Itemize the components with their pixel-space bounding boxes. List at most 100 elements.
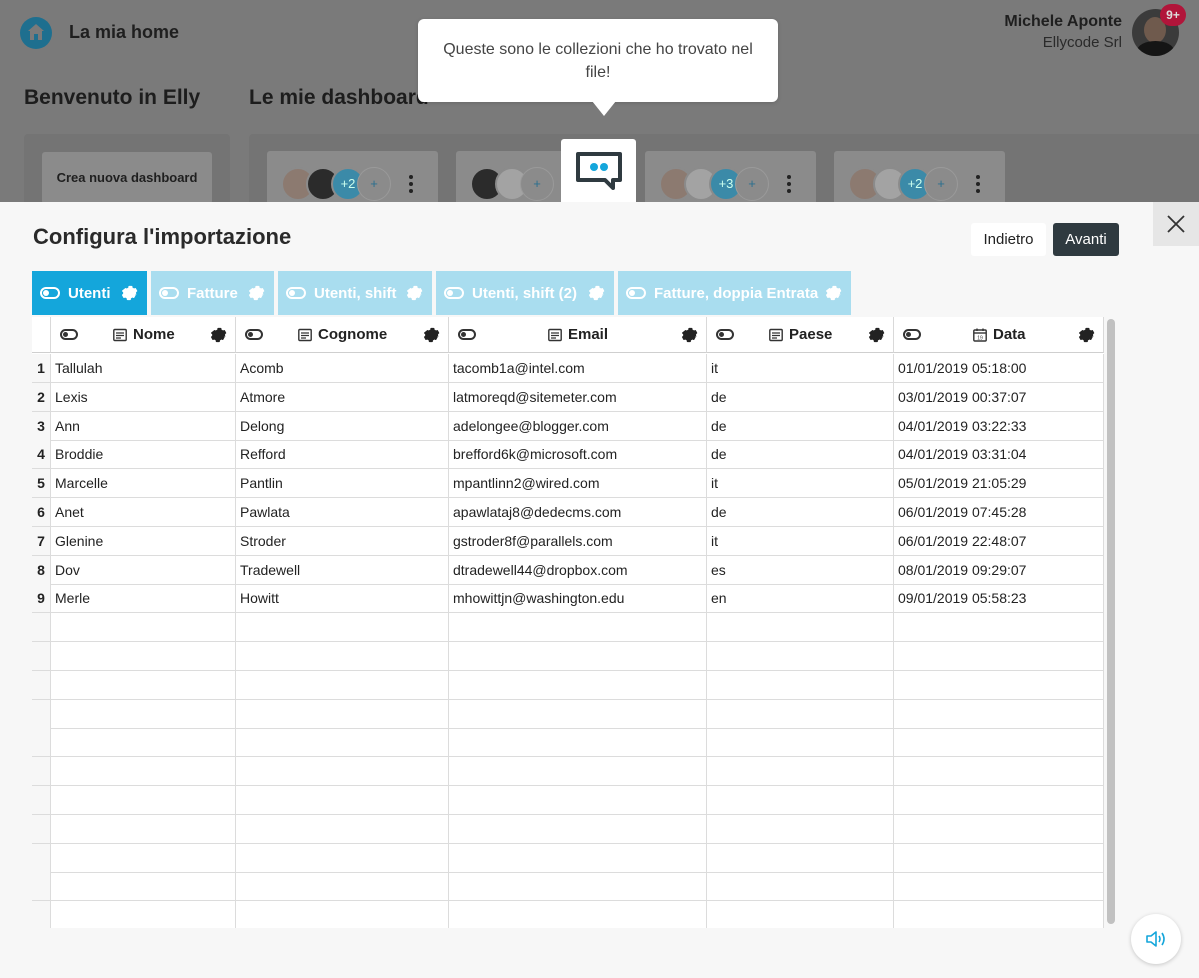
cell-cognome [236,786,449,815]
home-icon[interactable] [20,17,52,49]
toggle-icon[interactable] [40,287,60,299]
table-row: 8 Dov Tradewell dtradewell44@dropbox.com es 0… [32,555,1104,585]
gear-icon[interactable] [421,325,441,345]
add-user-icon[interactable]: + [520,167,554,201]
toggle-icon[interactable] [626,287,646,299]
cell-email [449,786,707,815]
toggle-icon[interactable] [286,287,306,299]
cell-cognome: Pantlin [236,469,449,499]
cell-email: mpantlinn2@wired.com [449,469,707,499]
column-toggle-icon[interactable] [458,329,476,340]
tab-fatture-doppia-entrata[interactable]: Fatture, doppia Entrata [618,271,851,315]
assistant-chat-button[interactable] [561,139,636,203]
column-header-data[interactable]: Data 19 [894,317,1104,353]
column-header-email[interactable]: Email [449,317,707,353]
row-number: 4 [32,440,51,470]
cell-cognome [236,728,449,758]
column-header-paese[interactable]: Paese [707,317,894,353]
gear-icon[interactable] [404,283,424,303]
gear-icon[interactable] [246,283,266,303]
column-toggle-icon[interactable] [60,329,78,340]
cell-data [894,613,1104,643]
cell-paese [707,872,894,902]
row-number: 3 [32,411,51,441]
column-header-cognome[interactable]: Cognome [236,317,449,353]
user-name: Michele Aponte [1004,13,1122,30]
user-company: Ellycode Srl [1042,34,1122,51]
column-toggle-icon[interactable] [245,329,263,340]
add-user-icon[interactable]: + [924,167,958,201]
cell-email [449,901,707,928]
column-toggle-icon[interactable] [716,329,734,340]
cell-nome [51,814,236,844]
cell-data: 06/01/2019 07:45:28 [894,498,1104,527]
create-dashboard-button[interactable]: Crea nuova dashboard [42,152,212,204]
gear-icon[interactable] [586,283,606,303]
cell-data [894,642,1104,671]
gear-icon[interactable] [1076,325,1096,345]
cell-nome [51,757,236,787]
more-options-icon[interactable] [786,173,792,195]
tab-utenti-shift-2[interactable]: Utenti, shift (2) [436,271,614,315]
add-user-icon[interactable]: + [357,167,391,201]
toggle-icon[interactable] [444,287,464,299]
more-options-icon[interactable] [975,173,981,195]
cell-email [449,670,707,700]
row-number-header [32,317,51,353]
cell-data [894,728,1104,758]
column-toggle-icon[interactable] [903,329,921,340]
cell-nome: Merle [51,584,236,614]
gear-icon[interactable] [823,283,843,303]
gear-icon[interactable] [679,325,699,345]
column-label: Cognome [318,326,388,343]
cell-data [894,843,1104,873]
vertical-scrollbar[interactable] [1107,319,1115,924]
cell-cognome [236,843,449,873]
next-button[interactable]: Avanti [1053,223,1119,256]
cell-cognome [236,814,449,844]
cell-email [449,642,707,671]
cell-data: 08/01/2019 09:29:07 [894,555,1104,585]
toggle-icon[interactable] [159,287,179,299]
add-user-icon[interactable]: + [735,167,769,201]
cell-data [894,757,1104,787]
close-button[interactable] [1153,202,1199,246]
text-icon [769,328,783,342]
more-options-icon[interactable] [408,173,414,195]
tab-fatture[interactable]: Fatture [151,271,274,315]
audio-button[interactable] [1131,914,1181,964]
cell-paese: es [707,555,894,585]
cell-nome: Tallulah [51,354,236,383]
tab-utenti-shift[interactable]: Utenti, shift [278,271,432,315]
speaker-icon [1146,931,1165,947]
cell-nome [51,699,236,729]
dashboards-title: Le mie dashboard [249,86,429,109]
cell-paese: it [707,469,894,499]
tab-utenti[interactable]: Utenti [32,271,147,315]
column-header-nome[interactable]: Nome [51,317,236,353]
cell-email [449,814,707,844]
cell-data [894,901,1104,928]
table-row [32,642,1104,671]
welcome-title: Benvenuto in Elly [24,86,201,109]
cell-nome [51,872,236,902]
table-row [32,901,1104,928]
row-number: 8 [32,555,51,585]
row-number: 7 [32,526,51,556]
tab-label: Utenti, shift [314,285,397,302]
cell-paese: en [707,584,894,614]
home-title: La mia home [69,22,180,42]
cell-nome: Dov [51,555,236,585]
table-row [32,670,1104,700]
column-label: Data [993,326,1026,343]
cell-nome [51,728,236,758]
cell-data [894,670,1104,700]
cell-data [894,814,1104,844]
back-button[interactable]: Indietro [971,223,1046,256]
row-number: 1 [32,354,51,383]
gear-icon[interactable] [119,283,139,303]
cell-paese [707,670,894,700]
gear-icon[interactable] [208,325,228,345]
row-number [32,786,51,815]
gear-icon[interactable] [866,325,886,345]
